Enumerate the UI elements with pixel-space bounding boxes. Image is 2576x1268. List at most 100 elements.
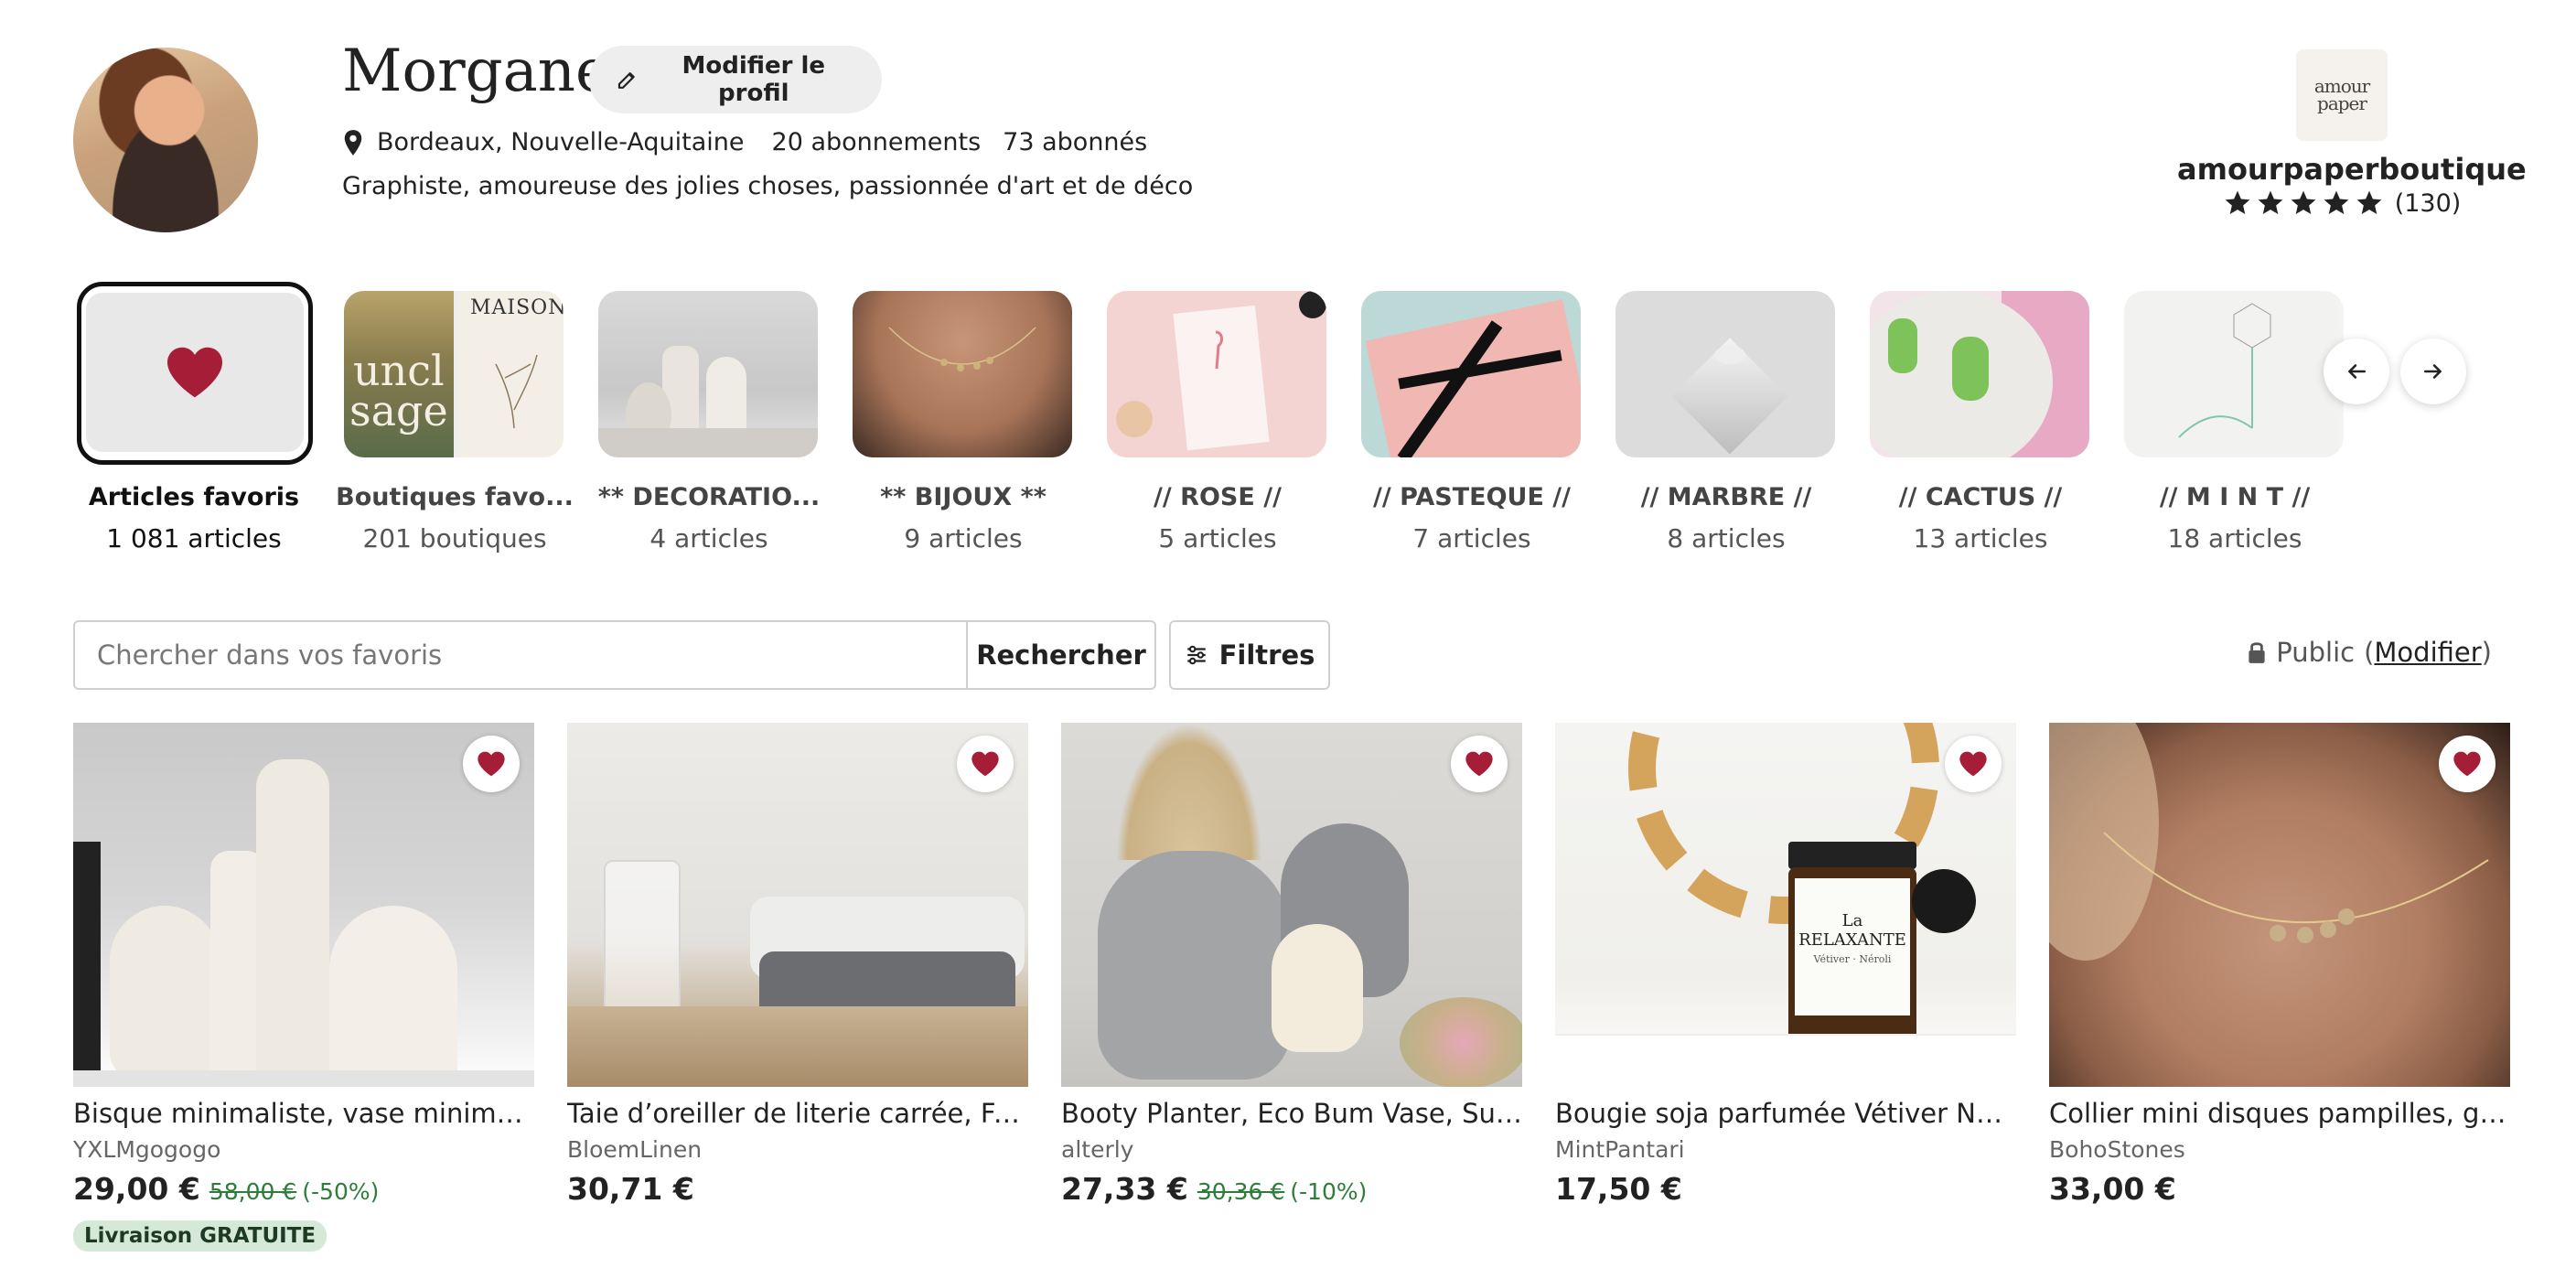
filters-label: Filtres xyxy=(1218,639,1315,671)
unfavorite-button[interactable] xyxy=(1945,736,2002,792)
product-price: 30,71 € xyxy=(567,1171,694,1207)
lock-icon xyxy=(2249,642,2265,663)
unfavorite-button[interactable] xyxy=(463,736,520,792)
product-original-price: 58,00 € xyxy=(209,1178,297,1205)
profile-followers-link[interactable]: 73 abonnés xyxy=(1003,128,1147,156)
privacy-label: Public xyxy=(2276,637,2356,668)
privacy-paren-close: ) xyxy=(2481,637,2492,668)
shop-logo-text: paper xyxy=(2317,92,2367,114)
privacy-paren-open: ( xyxy=(2364,637,2375,668)
product-price-row: 29,00 € 58,00 € (-50%) xyxy=(73,1171,379,1207)
carousel-fade-overlay xyxy=(2333,282,2516,584)
collection-count: 5 articles xyxy=(1158,523,1277,553)
heart-icon xyxy=(1465,751,1493,777)
collections-carousel: Articles favoris 1 081 articles uncl sage… xyxy=(73,282,2516,584)
collection-title: // PASTEQUE // xyxy=(1372,483,1572,511)
product-discount: (-10%) xyxy=(1290,1178,1368,1205)
heart-icon xyxy=(478,751,505,777)
collection-count: 8 articles xyxy=(1667,523,1786,553)
collection-title: // CACTUS // xyxy=(1898,483,2063,511)
product-label-sub: Vétiver · Néroli xyxy=(1813,953,1892,965)
collection-thumbnail xyxy=(1615,291,1835,457)
collection-title: Boutiques favo... xyxy=(336,483,574,511)
unfavorite-button[interactable] xyxy=(2439,736,2496,792)
profile-following-link[interactable]: 20 abonnements xyxy=(772,128,982,156)
collection-count: 201 boutiques xyxy=(362,523,547,553)
search-button[interactable]: Rechercher xyxy=(966,620,1156,690)
product-price: 29,00 € xyxy=(73,1171,200,1207)
shop-review-count: (130) xyxy=(2394,188,2462,218)
product-price: 27,33 € xyxy=(1061,1171,1188,1207)
shop-rating: (130) xyxy=(2177,188,2506,218)
collection-thumbnail xyxy=(1361,291,1581,457)
collection-title: // MARBRE // xyxy=(1640,483,1812,511)
product-price: 17,50 € xyxy=(1555,1171,1682,1207)
product-image[interactable] xyxy=(73,723,534,1087)
collection-title: ** BIJOUX ** xyxy=(880,483,1046,511)
carousel-prev-button[interactable] xyxy=(2324,338,2389,404)
collection-thumbnail xyxy=(1870,291,2089,457)
product-shop: alterly xyxy=(1061,1136,1134,1163)
product-price-row: 30,71 € xyxy=(567,1171,694,1207)
collection-thumbnail xyxy=(86,293,304,452)
collection-thumbnail xyxy=(2124,291,2344,457)
collection-thumbnail xyxy=(1107,291,1326,457)
unfavorite-button[interactable] xyxy=(957,736,1014,792)
shop-logo[interactable]: amour paper xyxy=(2296,49,2388,141)
profile-location: Bordeaux, Nouvelle-Aquitaine xyxy=(377,128,745,156)
collection-title: // M I N T // xyxy=(2159,483,2311,511)
product-label-text: La RELAXANTE xyxy=(1798,911,1906,950)
product-shop: MintPantari xyxy=(1555,1136,1685,1163)
product-shop: BloemLinen xyxy=(567,1136,703,1163)
edit-profile-label: Modifier le profil xyxy=(682,52,826,107)
collection-tile-text: uncl sage xyxy=(349,346,448,435)
profile-name: Morgane xyxy=(342,38,610,105)
profile-bio: Graphiste, amoureuse des jolies choses, … xyxy=(342,172,1194,200)
product-original-price: 30,36 € xyxy=(1197,1178,1285,1205)
sliders-icon xyxy=(1186,645,1206,665)
product-price-row: 17,50 € xyxy=(1555,1171,1682,1207)
product-price-row: 33,00 € xyxy=(2049,1171,2176,1207)
free-shipping-badge: Livraison GRATUITE xyxy=(73,1220,327,1252)
edit-profile-button[interactable]: Modifier le profil xyxy=(589,46,882,113)
product-title[interactable]: Taie d’oreiller de literie carrée, Faite… xyxy=(567,1098,1028,1129)
filters-button[interactable]: Filtres xyxy=(1169,620,1330,690)
heart-icon xyxy=(971,751,999,777)
product-shop: BohoStones xyxy=(2049,1136,2185,1163)
collection-count: 1 081 articles xyxy=(106,523,282,553)
collection-thumbnail: uncl sage MAISON xyxy=(344,291,564,457)
collection-title: // ROSE // xyxy=(1154,483,1282,511)
collection-count: 13 articles xyxy=(1913,523,2048,553)
product-title[interactable]: Bougie soja parfumée Vétiver Néroli La R… xyxy=(1555,1098,2016,1129)
arrow-left-icon xyxy=(2348,364,2366,379)
product-price-row: 27,33 € 30,36 € (-10%) xyxy=(1061,1171,1367,1207)
star-icon xyxy=(2258,190,2283,214)
collection-count: 9 articles xyxy=(904,523,1023,553)
privacy-status: Public (Modifier) xyxy=(2247,637,2492,668)
star-icon xyxy=(2291,190,2316,214)
heart-icon xyxy=(1959,751,1987,777)
product-image[interactable]: La RELAXANTE Vétiver · Néroli xyxy=(1555,723,2016,1087)
star-icon xyxy=(2324,190,2349,214)
product-title[interactable]: Booty Planter, Eco Bum Vase, Succulent p… xyxy=(1061,1098,1522,1129)
shop-name-link[interactable]: amourpaperboutique xyxy=(2177,152,2527,187)
location-pin-icon xyxy=(344,129,362,156)
product-image[interactable] xyxy=(567,723,1028,1087)
product-title[interactable]: Collier mini disques pampilles, gold fil… xyxy=(2049,1098,2510,1129)
product-title[interactable]: Bisque minimaliste, vase minimaliste, va… xyxy=(73,1098,534,1129)
collection-title: Articles favoris xyxy=(88,483,300,511)
favorites-search-input[interactable] xyxy=(73,620,970,690)
product-price: 33,00 € xyxy=(2049,1171,2176,1207)
profile-avatar xyxy=(73,48,258,232)
collection-count: 4 articles xyxy=(649,523,768,553)
unfavorite-button[interactable] xyxy=(1451,736,1508,792)
collection-thumbnail xyxy=(598,291,818,457)
product-image[interactable] xyxy=(2049,723,2510,1087)
heart-icon xyxy=(2453,751,2481,777)
product-image[interactable] xyxy=(1061,723,1522,1087)
collection-tile-brand: MAISON xyxy=(470,296,564,319)
heart-icon xyxy=(167,347,222,398)
privacy-edit-link[interactable]: Modifier xyxy=(2374,637,2481,668)
collection-count: 7 articles xyxy=(1412,523,1531,553)
carousel-next-button[interactable] xyxy=(2400,338,2466,404)
